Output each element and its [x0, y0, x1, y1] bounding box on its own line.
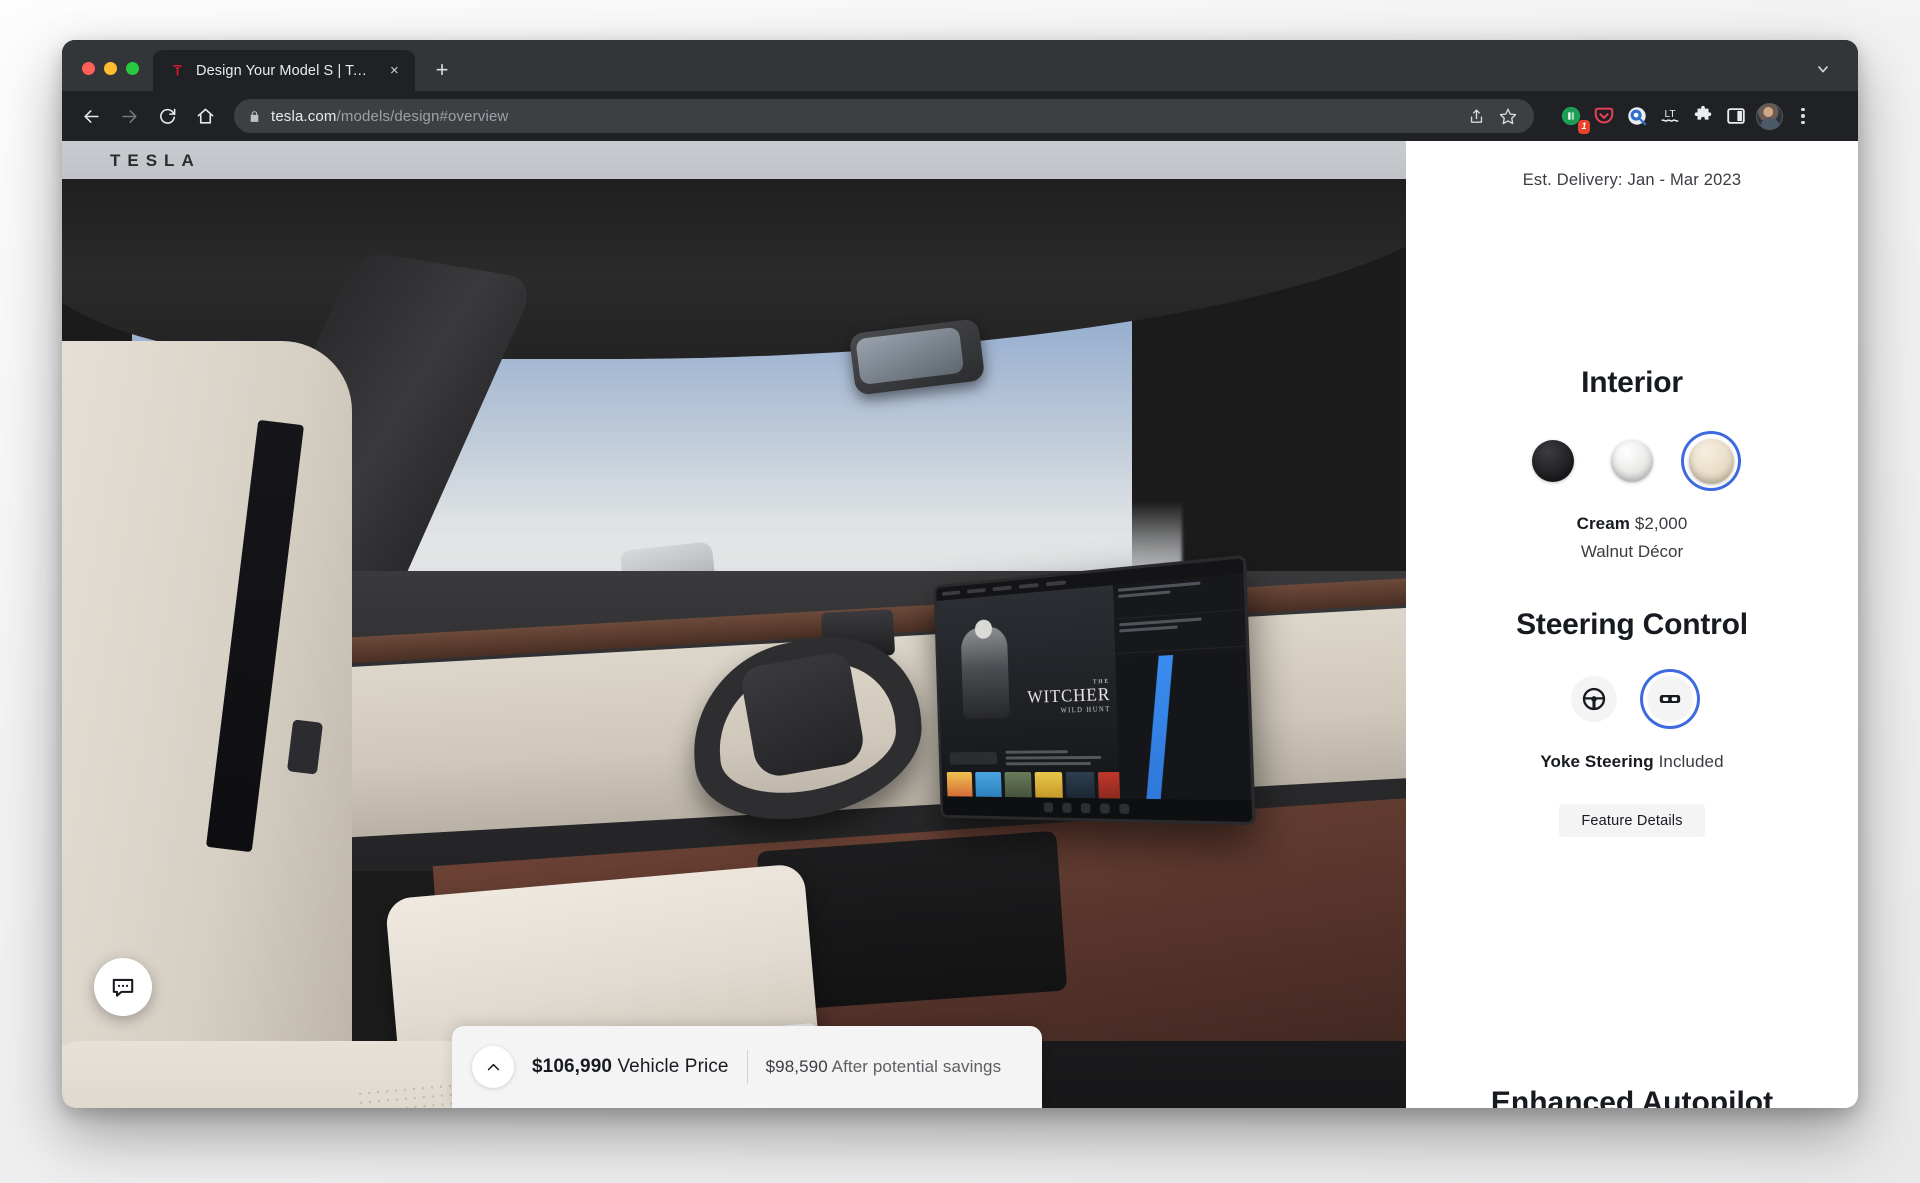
address-bar[interactable]: tesla.com/models/design#overview — [234, 99, 1534, 133]
side-panel-icon[interactable] — [1723, 103, 1749, 129]
enhanced-autopilot-heading: Enhanced Autopilot — [1490, 1086, 1774, 1108]
browser-tab[interactable]: Design Your Model S | Tesla × — [153, 50, 415, 91]
forward-button[interactable] — [112, 99, 146, 133]
tab-suspender-extension-icon[interactable]: 1 — [1558, 103, 1590, 134]
witcher-title: THE WITCHER WILD HUNT — [1027, 679, 1111, 716]
touchscreen-dock — [942, 796, 1253, 823]
chat-bubble-icon — [112, 978, 134, 997]
browser-tab-strip: Design Your Model S | Tesla × + — [62, 40, 1858, 91]
profile-avatar[interactable] — [1756, 102, 1783, 130]
estimated-delivery-text: Est. Delivery: Jan - Mar 2023 — [1522, 171, 1742, 189]
play-button-placeholder — [949, 751, 998, 765]
nav-map — [1115, 651, 1253, 823]
configurator-panel: Est. Delivery: Jan - Mar 2023 Interior C… — [1406, 141, 1858, 1108]
show-description-lines — [1005, 750, 1113, 768]
back-button[interactable] — [74, 99, 108, 133]
browser-menu-button[interactable] — [1790, 107, 1816, 125]
feature-details-button[interactable]: Feature Details — [1559, 804, 1705, 837]
center-touchscreen: THE WITCHER WILD HUNT — [933, 554, 1256, 826]
home-button[interactable] — [188, 99, 222, 133]
tab-title: Design Your Model S | Tesla — [196, 62, 374, 79]
tab-search-chevron-down-icon[interactable] — [1806, 52, 1840, 86]
tesla-wordmark-text: TESLA — [110, 151, 201, 170]
price-summary-bar[interactable]: $106,990 Vehicle Price $98,590 After pot… — [452, 1026, 1042, 1108]
lock-icon — [248, 110, 261, 123]
url-path: /models/design#overview — [336, 107, 509, 125]
tesla-wordmark-logo[interactable]: TESLA — [110, 151, 201, 171]
interior-decor-text: Walnut Décor — [1580, 542, 1684, 561]
maximize-window-button[interactable] — [126, 62, 139, 75]
page-viewport: THE WITCHER WILD HUNT TESLA $106,990 Veh… — [62, 141, 1858, 1108]
interior-section-heading: Interior — [1581, 366, 1683, 399]
interior-selected-price: $2,000 — [1634, 514, 1688, 533]
witcher-title-main: WITCHER — [1027, 683, 1111, 707]
interior-option-all-black[interactable] — [1526, 434, 1580, 488]
swatch-cream — [1688, 438, 1734, 484]
share-icon[interactable] — [1462, 102, 1490, 130]
steering-yoke — [687, 620, 927, 837]
browser-window: Design Your Model S | Tesla × + tesla.co… — [62, 40, 1858, 1108]
price-divider — [746, 1050, 748, 1084]
extensions-puzzle-icon[interactable] — [1690, 103, 1716, 129]
yoke-hub — [739, 650, 867, 780]
navigation-panel — [1112, 573, 1253, 823]
reload-button[interactable] — [150, 99, 184, 133]
vehicle-price-label: Vehicle Price — [617, 1056, 729, 1077]
privacy-badger-extension-icon[interactable] — [1624, 103, 1650, 129]
tab-close-button[interactable]: × — [384, 60, 405, 82]
savings-price-value: $98,590 — [765, 1057, 828, 1076]
desktop-background: Design Your Model S | Tesla × + tesla.co… — [0, 0, 1920, 1183]
steering-wheel-icon — [1582, 687, 1606, 711]
car-roofline — [62, 169, 1406, 359]
minimize-window-button[interactable] — [104, 62, 117, 75]
steering-selected-price: Included — [1658, 752, 1724, 771]
savings-price: $98,590 After potential savings — [766, 1057, 1002, 1077]
steering-selected-line: Yoke Steering Included — [1406, 752, 1858, 772]
site-header-bar — [62, 141, 1406, 179]
vehicle-price-value: $106,990 — [532, 1056, 613, 1077]
yoke-steering-icon — [1659, 694, 1681, 704]
interior-selected-name: Cream — [1576, 514, 1630, 533]
steering-selected-name: Yoke Steering — [1540, 752, 1654, 771]
witcher-title-sub: WILD HUNT — [1060, 705, 1111, 715]
nav-route-line — [1141, 651, 1175, 823]
interior-option-black-and-white[interactable] — [1605, 434, 1659, 488]
steering-options — [1406, 672, 1858, 726]
interior-option-cream[interactable] — [1684, 434, 1738, 488]
vehicle-price: $106,990 Vehicle Price — [532, 1056, 729, 1078]
language-tool-extension-icon[interactable]: LT — [1657, 103, 1683, 129]
new-tab-button[interactable]: + — [425, 53, 459, 87]
steering-option-round-bg — [1571, 676, 1617, 722]
seat-belt-buckle — [286, 719, 324, 775]
interior-selected-line: Cream $2,000 — [1406, 514, 1858, 534]
address-bar-url: tesla.com/models/design#overview — [271, 108, 508, 125]
pocket-extension-icon[interactable] — [1591, 103, 1617, 129]
steering-option-yoke[interactable] — [1643, 672, 1697, 726]
vehicle-interior-photo: THE WITCHER WILD HUNT TESLA $106,990 Veh… — [62, 141, 1406, 1108]
savings-price-label: After potential savings — [831, 1057, 1002, 1076]
chevron-up-icon — [487, 1063, 499, 1070]
omnibox-actions — [1462, 102, 1522, 130]
extension-icons: 1 LT — [1548, 102, 1816, 134]
swatch-all-black — [1532, 440, 1574, 482]
tesla-favicon — [172, 64, 183, 76]
touchscreen-content: THE WITCHER WILD HUNT — [936, 573, 1253, 823]
witcher-character-art — [960, 625, 1010, 720]
chat-support-button[interactable] — [94, 958, 152, 1016]
steering-section-heading: Steering Control — [1516, 608, 1748, 641]
svg-text:LT: LT — [1664, 109, 1675, 120]
streaming-app-panel: THE WITCHER WILD HUNT — [936, 585, 1129, 819]
extension-badge-count: 1 — [1577, 120, 1590, 134]
interior-color-options — [1406, 434, 1858, 488]
bookmark-star-icon[interactable] — [1494, 102, 1522, 130]
close-window-button[interactable] — [82, 62, 95, 75]
steering-option-yoke-bg — [1647, 676, 1693, 722]
price-expand-button[interactable] — [472, 1046, 514, 1088]
url-domain: tesla.com — [271, 107, 337, 125]
browser-toolbar: tesla.com/models/design#overview 1 LT — [62, 91, 1858, 141]
steering-option-round[interactable] — [1567, 672, 1621, 726]
window-traffic-lights — [62, 62, 153, 91]
swatch-black-and-white — [1611, 440, 1653, 482]
